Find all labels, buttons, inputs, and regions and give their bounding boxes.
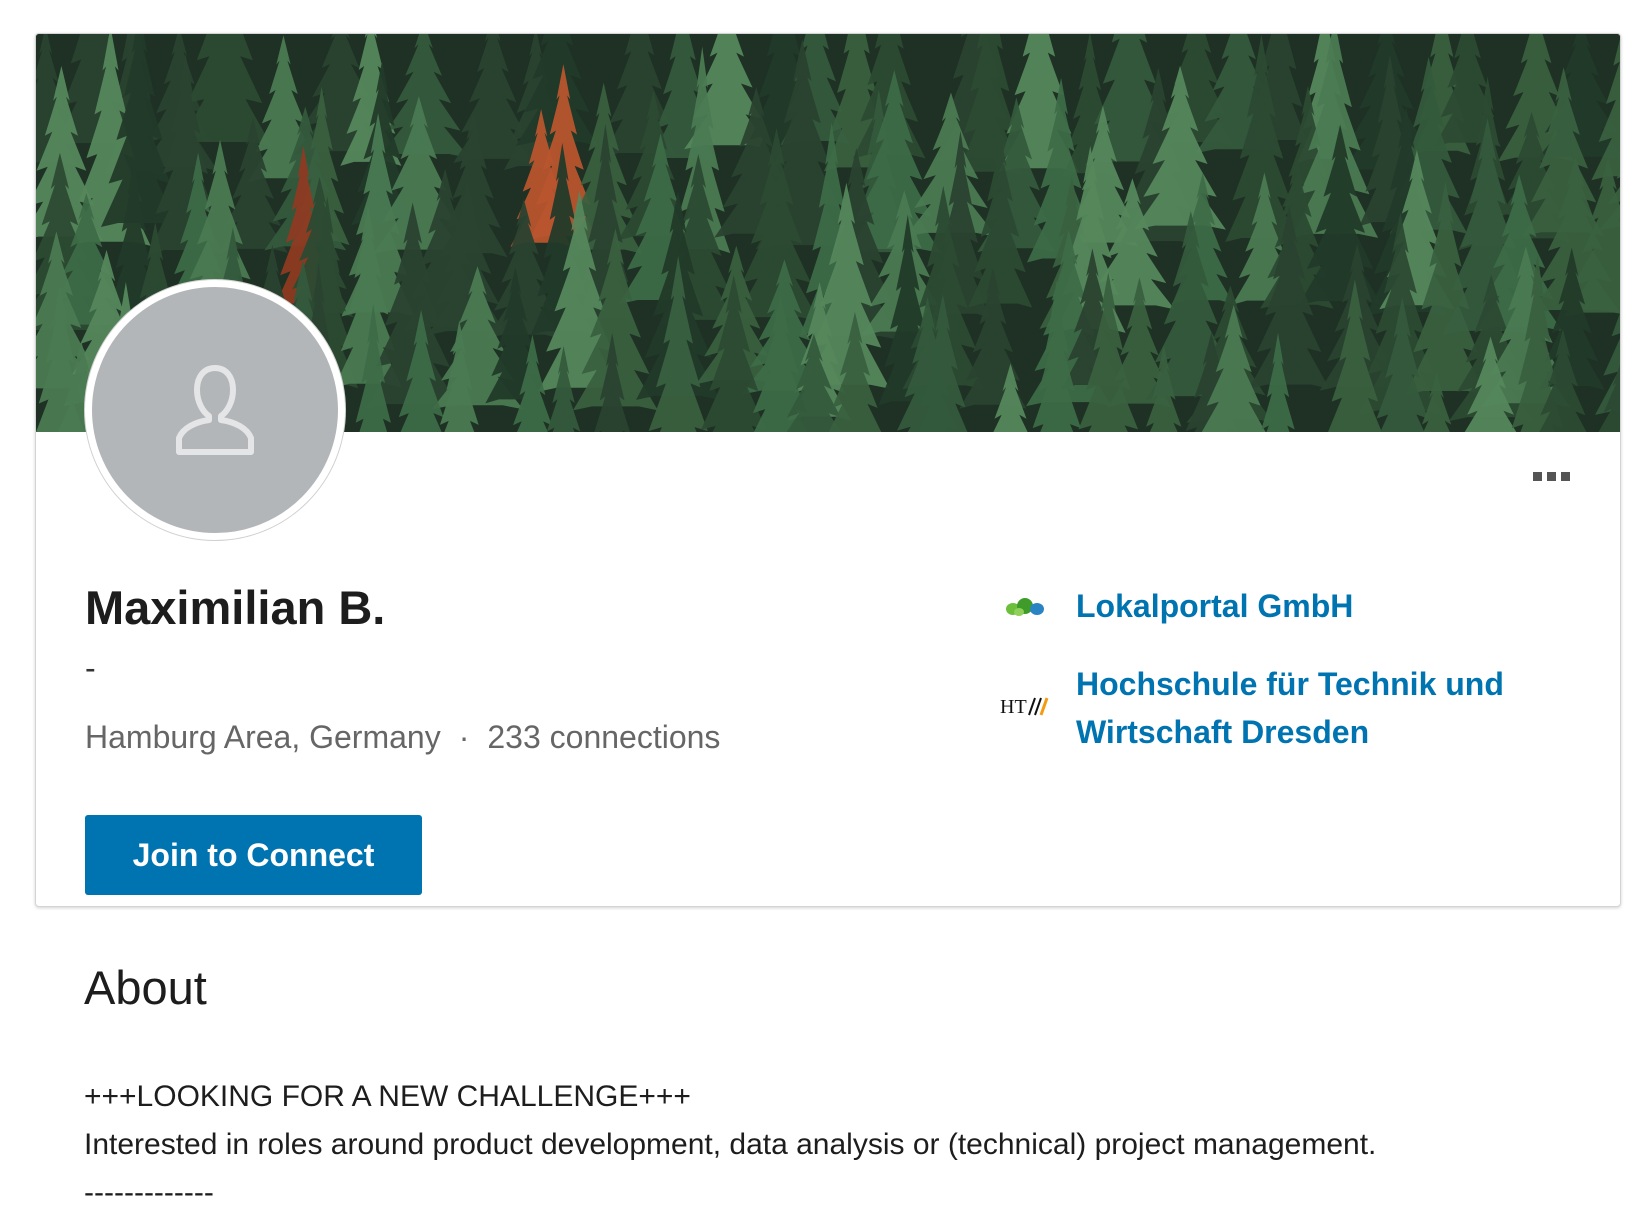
- profile-name: Maximilian B.: [85, 581, 386, 634]
- org-link-htw[interactable]: Hochschule für Technik und Wirtschaft Dr…: [1076, 660, 1559, 756]
- lokalportal-logo-icon: [999, 582, 1051, 634]
- org-item-htw[interactable]: HT Hochschule für Technik und Wirtschaft…: [999, 660, 1559, 756]
- org-item-lokalportal[interactable]: Lokalportal GmbH: [999, 582, 1353, 634]
- org-link-lokalportal[interactable]: Lokalportal GmbH: [1076, 582, 1353, 630]
- more-options-icon[interactable]: [1531, 468, 1572, 485]
- profile-connections: 233 connections: [487, 719, 721, 755]
- about-line: +++LOOKING FOR A NEW CHALLENGE+++: [84, 1080, 691, 1113]
- about-heading: About: [84, 961, 207, 1014]
- about-text: +++LOOKING FOR A NEW CHALLENGE+++ Intere…: [84, 1073, 1584, 1217]
- meta-separator: ·: [458, 719, 470, 755]
- about-line: -------------: [84, 1176, 214, 1209]
- htw-logo-icon: HT: [999, 680, 1051, 732]
- join-to-connect-button[interactable]: Join to Connect: [85, 815, 422, 895]
- profile-location: Hamburg Area, Germany: [85, 719, 441, 755]
- profile-avatar: [85, 280, 345, 540]
- person-placeholder-icon: [176, 365, 254, 455]
- svg-text:HT: HT: [1000, 696, 1027, 718]
- profile-card: Maximilian B. - Hamburg Area, Germany · …: [35, 33, 1621, 907]
- profile-headline: -: [85, 650, 96, 686]
- about-line: Interested in roles around product devel…: [84, 1128, 1377, 1161]
- profile-meta: Hamburg Area, Germany · 233 connections: [85, 719, 720, 756]
